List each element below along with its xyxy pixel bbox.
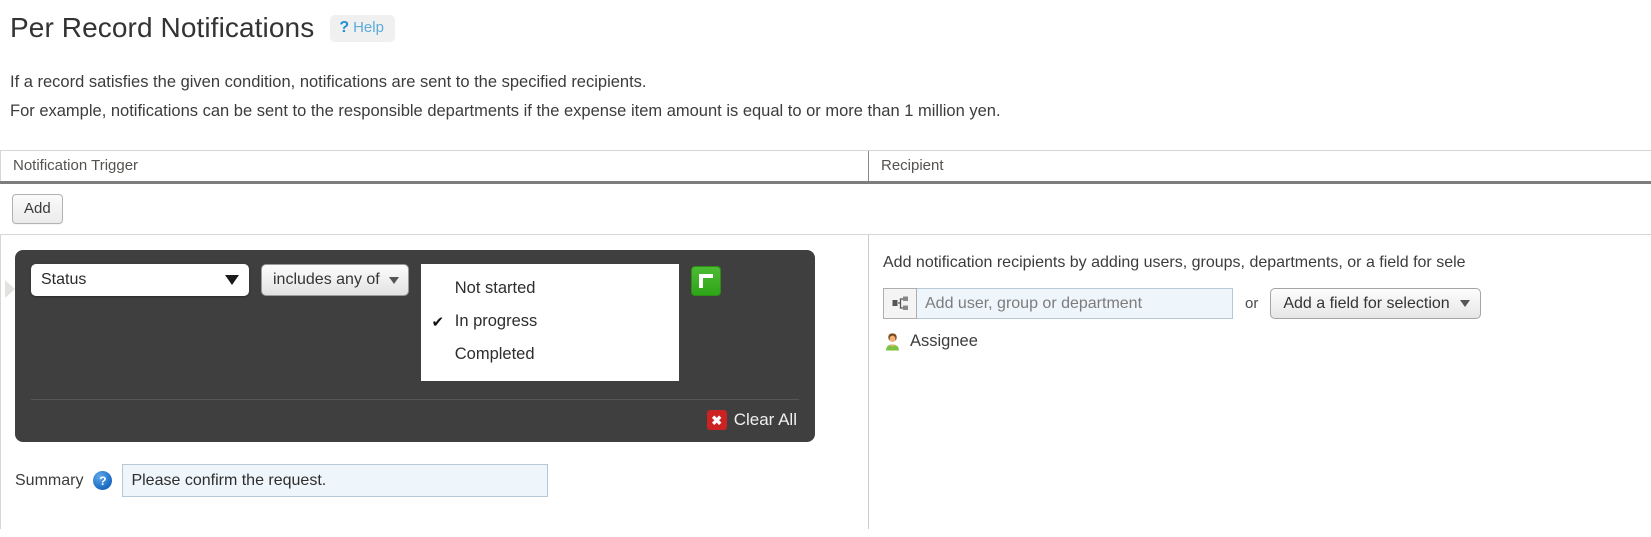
page-title: Per Record Notifications — [10, 12, 315, 43]
notifications-table: Notification Trigger Recipient Add Statu… — [0, 150, 1651, 529]
option-label: Completed — [454, 345, 535, 363]
question-mark-icon: ? — [339, 18, 350, 36]
table-body: Status includes any of Not started ✔ In … — [0, 234, 1651, 529]
condition-field-value: Status — [41, 271, 87, 288]
table-header-row: Notification Trigger Recipient — [0, 150, 1651, 184]
summary-input[interactable] — [122, 464, 549, 497]
page-description: If a record satisfies the given conditio… — [10, 68, 1651, 126]
field-for-selection-value: Add a field for selection — [1283, 294, 1450, 312]
help-tooltip-icon[interactable]: ? — [93, 471, 113, 490]
condition-option-list[interactable]: Not started ✔ In progress Completed — [420, 264, 679, 381]
table-toolbar: Add — [0, 184, 1651, 234]
chevron-down-icon — [225, 275, 239, 285]
or-label: or — [1245, 295, 1259, 312]
condition-operator-select[interactable]: includes any of — [261, 264, 409, 296]
field-for-selection-select[interactable]: Add a field for selection — [1270, 288, 1481, 319]
plus-icon — [698, 274, 713, 288]
condition-field-select[interactable]: Status — [31, 264, 249, 296]
option-label: Not started — [454, 279, 536, 297]
check-icon: ✔ — [431, 313, 445, 331]
condition-operator-value: includes any of — [273, 271, 380, 288]
recipient-hint: Add notification recipients by adding us… — [883, 254, 1466, 271]
option-item[interactable]: Completed — [421, 338, 679, 371]
description-line-2: For example, notifications can be sent t… — [10, 102, 1001, 120]
recipient-item-label: Assignee — [910, 332, 978, 350]
notification-trigger-cell: Status includes any of Not started ✔ In … — [0, 235, 868, 529]
chevron-down-icon — [388, 276, 399, 284]
clear-all-button[interactable]: ✖ Clear All — [706, 410, 797, 430]
chevron-down-icon — [1459, 300, 1470, 307]
recipient-picker — [883, 288, 1233, 319]
page-header: Per Record Notifications ? Help — [0, 0, 1651, 48]
recipient-list-item[interactable]: Assignee — [883, 332, 1651, 351]
recipient-search-input[interactable] — [917, 288, 1233, 319]
condition-pointer-icon — [5, 280, 15, 298]
user-avatar-icon — [886, 333, 899, 351]
summary-label: Summary — [15, 471, 84, 489]
recipient-picker-row: or Add a field for selection — [883, 288, 1651, 319]
add-condition-button[interactable] — [690, 266, 721, 296]
close-icon: ✖ — [706, 410, 727, 430]
help-label: Help — [353, 19, 384, 36]
condition-panel-wrapper: Status includes any of Not started ✔ In … — [5, 250, 815, 442]
option-item[interactable]: Not started — [421, 272, 679, 305]
condition-panel: Status includes any of Not started ✔ In … — [15, 250, 815, 442]
condition-footer: ✖ Clear All — [31, 399, 799, 434]
option-label: In progress — [454, 312, 538, 330]
recipient-cell: Add notification recipients by adding us… — [868, 235, 1651, 529]
add-button[interactable]: Add — [12, 194, 63, 224]
column-header-notification-trigger: Notification Trigger — [0, 151, 868, 181]
description-line-1: If a record satisfies the given conditio… — [10, 73, 647, 91]
clear-all-label: Clear All — [733, 410, 797, 429]
help-button[interactable]: ? Help — [330, 14, 395, 42]
summary-row: Summary ? — [15, 464, 868, 497]
org-tree-icon[interactable] — [883, 288, 917, 319]
condition-row: Status includes any of Not started ✔ In … — [31, 264, 799, 381]
option-item[interactable]: ✔ In progress — [421, 305, 679, 338]
column-header-recipient: Recipient — [868, 151, 1651, 181]
